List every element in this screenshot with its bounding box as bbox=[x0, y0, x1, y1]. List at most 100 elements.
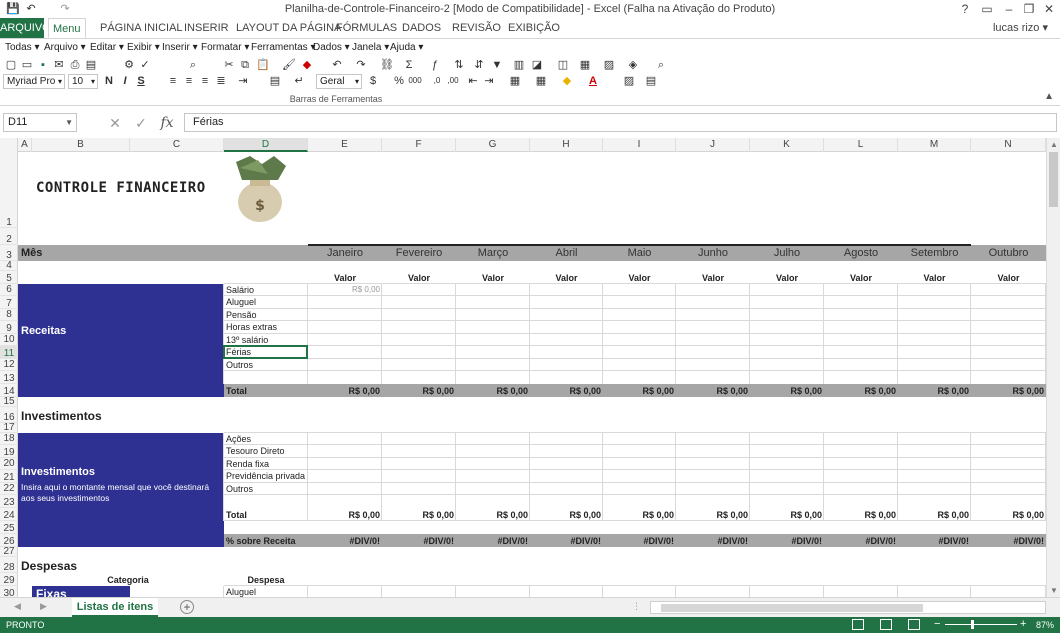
menu-ferramentas[interactable]: Ferramentas ▾ bbox=[251, 42, 316, 53]
align-right-icon[interactable]: ≡ bbox=[198, 74, 212, 88]
menu-formatar[interactable]: Formatar ▾ bbox=[201, 42, 249, 53]
tab-inserir[interactable]: INSERIR bbox=[180, 18, 233, 38]
justify-icon[interactable]: ≣ bbox=[214, 74, 228, 88]
investimento-item[interactable]: Ações bbox=[226, 434, 251, 444]
receita-item[interactable]: Pensão bbox=[226, 310, 257, 320]
shapes-icon[interactable]: ◈ bbox=[626, 58, 640, 72]
row-header[interactable]: 9 bbox=[0, 321, 18, 334]
menu-todas[interactable]: Todas ▾ bbox=[5, 42, 40, 53]
bold-button[interactable]: N bbox=[102, 74, 116, 88]
increase-indent-icon[interactable]: ⇥ bbox=[482, 74, 496, 88]
column-header[interactable]: K bbox=[750, 138, 824, 152]
hyperlink-icon[interactable]: ⛓ bbox=[380, 58, 394, 72]
row-header[interactable]: 15 bbox=[0, 397, 18, 407]
wrap-text-icon[interactable]: ↵ bbox=[292, 74, 306, 88]
format-cells-icon[interactable]: ▤ bbox=[644, 74, 658, 88]
picture-icon[interactable]: ▨ bbox=[602, 58, 616, 72]
receita-value[interactable]: R$ 0,00 bbox=[308, 285, 380, 294]
tab-exibicao[interactable]: EXIBIÇÃO bbox=[504, 18, 564, 38]
row-header[interactable]: 27 bbox=[0, 547, 18, 557]
investimento-item[interactable]: Outros bbox=[226, 484, 253, 494]
row-header[interactable]: 16 bbox=[0, 407, 18, 423]
column-header[interactable]: A bbox=[18, 138, 32, 152]
next-sheet-icon[interactable]: ▶ bbox=[40, 601, 47, 612]
align-center-icon[interactable]: ≡ bbox=[182, 74, 196, 88]
normal-view-icon[interactable] bbox=[852, 619, 864, 630]
open-folder-icon[interactable]: ▭ bbox=[20, 58, 34, 72]
font-color-icon[interactable]: A bbox=[586, 74, 600, 88]
underline-button[interactable]: S bbox=[134, 74, 148, 88]
column-header[interactable]: H bbox=[530, 138, 603, 152]
tab-arquivo[interactable]: ARQUIVO bbox=[0, 18, 51, 38]
receita-item[interactable]: Horas extras bbox=[226, 322, 277, 332]
print-preview-icon[interactable]: ▤ bbox=[84, 58, 98, 72]
row-header[interactable]: 4 bbox=[0, 261, 18, 271]
minimize-button[interactable]: – bbox=[998, 0, 1020, 18]
row-header[interactable]: 18 bbox=[0, 433, 18, 445]
sort-desc-icon[interactable]: ⇵ bbox=[472, 58, 486, 72]
borders-icon[interactable]: ▦ bbox=[534, 74, 548, 88]
function-icon[interactable]: ƒ bbox=[428, 58, 442, 72]
table-icon[interactable]: ▦ bbox=[578, 58, 592, 72]
scroll-up-icon[interactable]: ▲ bbox=[1047, 140, 1060, 149]
close-button[interactable]: ✕ bbox=[1038, 0, 1060, 18]
page-layout-icon[interactable] bbox=[880, 619, 892, 630]
save-icon[interactable]: ▪ bbox=[36, 58, 50, 72]
page-break-icon[interactable] bbox=[908, 619, 920, 630]
row-header[interactable]: 2 bbox=[0, 228, 18, 245]
increase-decimal-icon[interactable]: ,0 bbox=[430, 74, 444, 88]
hscroll-thumb[interactable] bbox=[661, 604, 923, 612]
menu-arquivo[interactable]: Arquivo ▾ bbox=[44, 42, 86, 53]
column-header[interactable]: M bbox=[898, 138, 971, 152]
conditional-format-icon[interactable]: ▦ bbox=[508, 74, 522, 88]
insert-chart-icon[interactable]: ◫ bbox=[556, 58, 570, 72]
enter-icon[interactable]: ✓ bbox=[132, 114, 150, 132]
column-header[interactable]: D bbox=[224, 138, 308, 152]
zoom-in-icon[interactable]: + bbox=[1020, 618, 1026, 630]
row-header[interactable]: 10 bbox=[0, 334, 18, 346]
row-header[interactable]: 21 bbox=[0, 470, 18, 483]
column-header[interactable]: J bbox=[676, 138, 750, 152]
tab-menu[interactable]: Menu bbox=[48, 18, 86, 38]
receita-item[interactable]: Outros bbox=[226, 360, 253, 370]
undo-icon[interactable]: ↶ bbox=[330, 58, 344, 72]
scroll-thumb[interactable] bbox=[1049, 152, 1058, 207]
despesa-item[interactable]: Aluguel bbox=[226, 587, 256, 597]
thousands-icon[interactable]: 000 bbox=[408, 74, 422, 88]
zoom-slider[interactable] bbox=[945, 620, 1017, 629]
autosum-icon[interactable]: Σ bbox=[402, 58, 416, 72]
fill-color-icon[interactable]: ◆ bbox=[560, 74, 574, 88]
restore-button[interactable]: ❐ bbox=[1018, 0, 1040, 18]
row-header[interactable]: 25 bbox=[0, 521, 18, 534]
menu-exibir[interactable]: Exibir ▾ bbox=[127, 42, 160, 53]
styles-icon[interactable]: ▨ bbox=[622, 74, 636, 88]
insert-function-button[interactable]: fx bbox=[158, 114, 176, 132]
column-header[interactable]: B bbox=[32, 138, 130, 152]
collapse-ribbon-icon[interactable]: ▲ bbox=[1044, 91, 1054, 102]
chart-icon[interactable]: ▥ bbox=[512, 58, 526, 72]
horizontal-scrollbar[interactable] bbox=[650, 601, 1046, 614]
row-header[interactable]: 6 bbox=[0, 284, 18, 296]
decrease-indent-icon[interactable]: ⇤ bbox=[466, 74, 480, 88]
format-painter-icon[interactable]: 🖌 bbox=[282, 58, 296, 72]
decrease-decimal-icon[interactable]: ,00 bbox=[446, 74, 460, 88]
percent-icon[interactable]: % bbox=[392, 74, 406, 88]
row-header[interactable]: 24 bbox=[0, 508, 18, 521]
row-header[interactable]: 12 bbox=[0, 359, 18, 371]
tab-layout[interactable]: LAYOUT DA PÁGINA bbox=[232, 18, 345, 38]
more-options-icon[interactable]: ⋮ bbox=[632, 601, 641, 612]
column-header[interactable]: C bbox=[130, 138, 224, 152]
clear-icon[interactable]: ◆ bbox=[300, 58, 314, 72]
row-header[interactable]: 19 bbox=[0, 445, 18, 458]
number-format-select[interactable]: Geral ▾ bbox=[316, 74, 362, 89]
user-account[interactable]: lucas rizo ▾ bbox=[993, 21, 1048, 34]
add-sheet-button[interactable]: + bbox=[180, 600, 194, 614]
tab-revisao[interactable]: REVISÃO bbox=[448, 18, 505, 38]
worksheet-grid[interactable]: A B C D E F G H I J K L M N 1 2 3 4 5 6 7 8 9 10 1… bbox=[0, 138, 1046, 597]
print-icon[interactable]: ⎙ bbox=[68, 58, 82, 72]
vertical-scrollbar[interactable]: ▲ ▼ bbox=[1046, 138, 1060, 597]
column-header[interactable]: G bbox=[456, 138, 530, 152]
font-size-select[interactable]: 10 ▾ bbox=[68, 74, 98, 89]
row-header[interactable]: 29 bbox=[0, 573, 18, 586]
prev-sheet-icon[interactable]: ◀ bbox=[14, 601, 21, 612]
